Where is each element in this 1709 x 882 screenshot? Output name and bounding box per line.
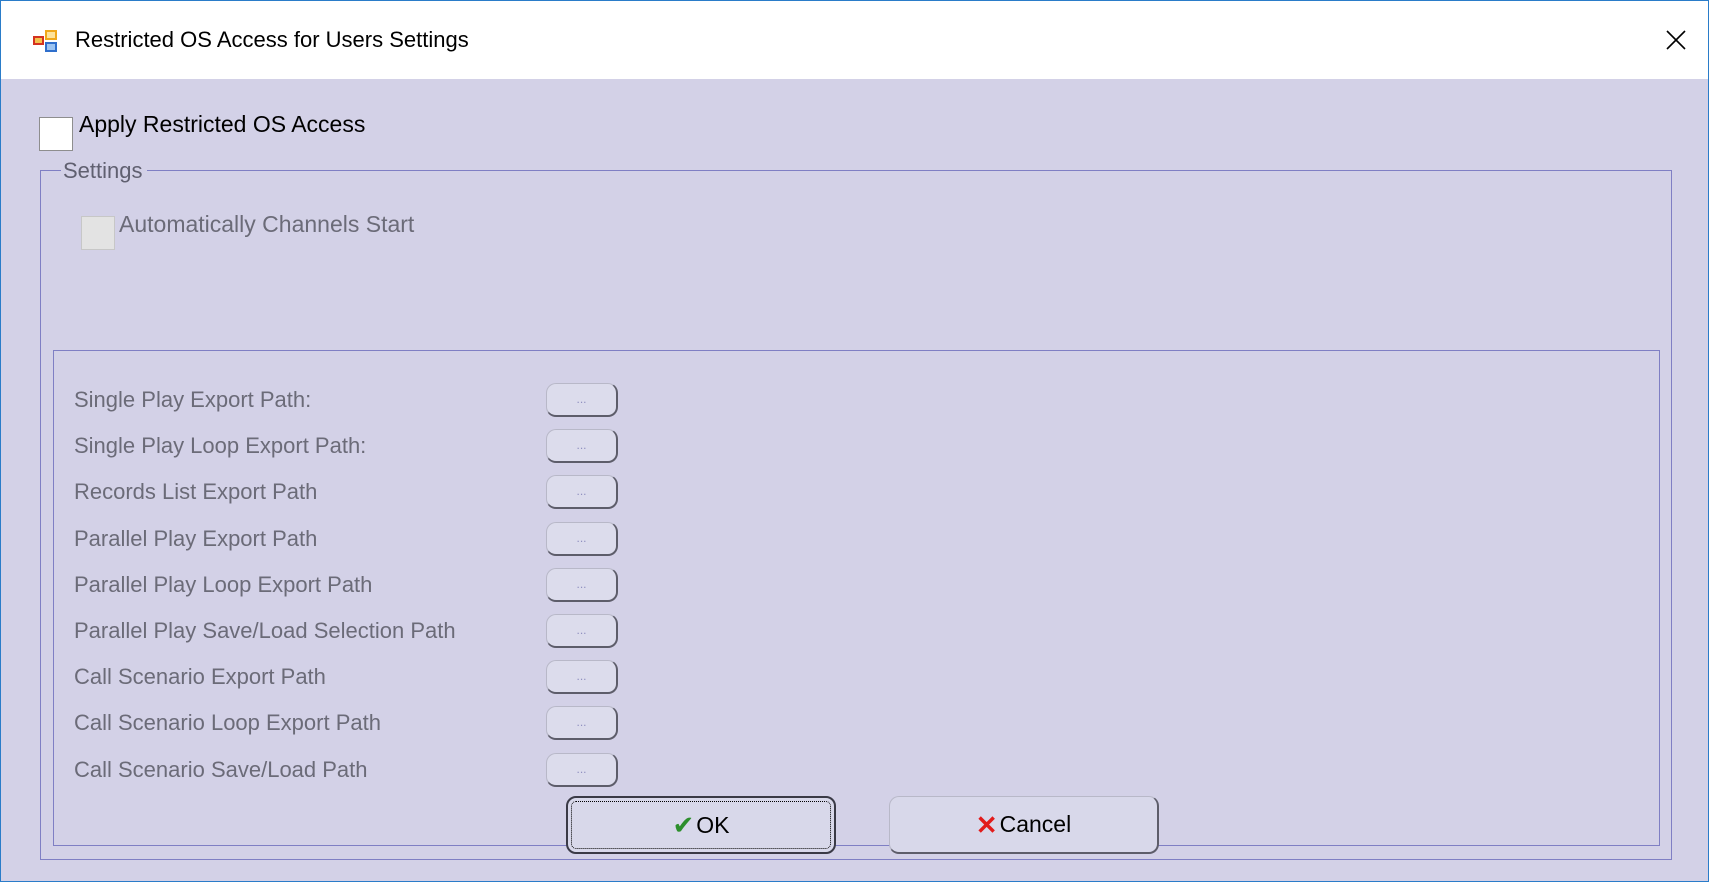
path-label: Single Play Loop Export Path: [74,433,367,458]
apply-restricted-access-label[interactable]: Apply Restricted OS Access [79,111,365,138]
dialog-body: Apply Restricted OS Access Settings Auto… [1,79,1708,881]
path-row-call-scenario-export: Call Scenario Export Path ... [54,660,1659,696]
browse-button[interactable]: ... [546,475,618,509]
path-label: Parallel Play Export Path [74,526,318,551]
path-label: Call Scenario Loop Export Path [74,710,381,735]
path-label: Call Scenario Export Path [74,664,326,689]
path-row-single-play-export: Single Play Export Path: ... [54,383,1659,419]
browse-button[interactable]: ... [546,383,618,417]
close-icon [1666,30,1686,50]
settings-group: Settings Automatically Channels Start Si… [40,158,1672,860]
cancel-button-label: Cancel [999,811,1072,837]
cancel-button[interactable]: ✕ Cancel [889,796,1159,854]
x-icon: ✕ [975,809,998,840]
window-title: Restricted OS Access for Users Settings [75,27,469,52]
path-label: Records List Export Path [74,479,318,504]
browse-button[interactable]: ... [546,568,618,602]
path-row-parallel-play-save-load: Parallel Play Save/Load Selection Path .… [54,614,1659,650]
path-row-records-list-export: Records List Export Path ... [54,475,1659,511]
path-row-parallel-play-loop-export: Parallel Play Loop Export Path ... [54,568,1659,604]
app-window-icon [33,30,57,52]
settings-group-legend: Settings [61,158,147,184]
browse-button[interactable]: ... [546,660,618,694]
browse-button[interactable]: ... [546,522,618,556]
apply-restricted-access-checkbox[interactable] [39,117,73,151]
ok-button-label: OK [696,811,730,838]
auto-channels-start-label[interactable]: Automatically Channels Start [119,211,414,238]
path-row-call-scenario-loop-export: Call Scenario Loop Export Path ... [54,706,1659,742]
browse-button[interactable]: ... [546,706,618,740]
title-bar: Restricted OS Access for Users Settings [1,1,1708,79]
path-row-parallel-play-export: Parallel Play Export Path ... [54,522,1659,558]
path-label: Call Scenario Save/Load Path [74,757,368,782]
ok-button[interactable]: ✔ OK [566,796,836,854]
check-icon: ✔ [672,810,695,840]
path-row-call-scenario-save-load: Call Scenario Save/Load Path ... [54,753,1659,789]
path-label: Parallel Play Loop Export Path [74,572,373,597]
browse-button[interactable]: ... [546,614,618,648]
browse-button[interactable]: ... [546,429,618,463]
export-paths-panel: Single Play Export Path: ... Single Play… [53,350,1660,846]
dialog-window: Restricted OS Access for Users Settings … [0,0,1709,882]
path-label: Parallel Play Save/Load Selection Path [74,618,456,643]
path-label: Single Play Export Path: [74,387,312,412]
path-row-single-play-loop-export: Single Play Loop Export Path: ... [54,429,1659,465]
browse-button[interactable]: ... [546,753,618,787]
auto-channels-start-checkbox[interactable] [81,216,115,250]
close-button[interactable] [1644,1,1708,79]
